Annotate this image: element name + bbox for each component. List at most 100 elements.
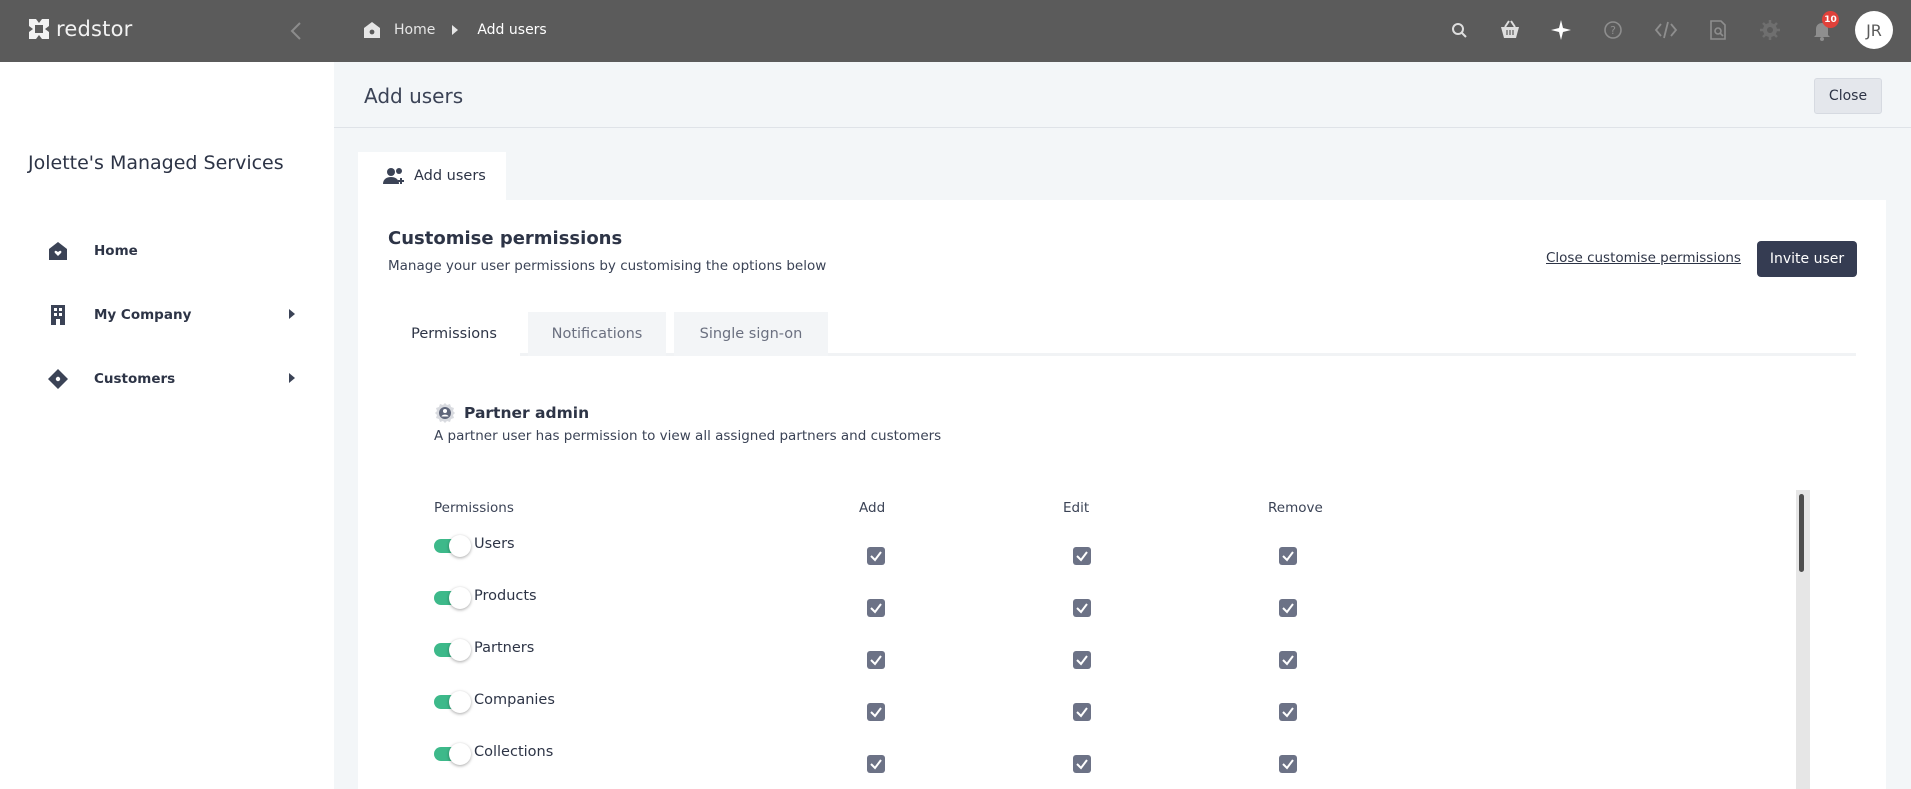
column-header-permissions: Permissions (434, 500, 514, 516)
permission-row: Users (434, 532, 1334, 565)
close-customise-link[interactable]: Close customise permissions (1546, 250, 1741, 266)
permission-name: Products (474, 588, 537, 604)
scrollbar-thumb[interactable] (1799, 494, 1804, 572)
sidebar-item-label: Customers (94, 371, 176, 387)
permission-toggle[interactable] (434, 587, 471, 609)
breadcrumb: Home Add users (362, 20, 547, 40)
notification-badge: 10 (1822, 11, 1839, 28)
document-search-icon[interactable] (1706, 18, 1730, 42)
sidebar-item-home[interactable]: Home (46, 236, 296, 266)
column-header-edit: Edit (1063, 500, 1090, 516)
role-heading: Partner admin (434, 402, 589, 424)
check-icon (870, 551, 882, 562)
permission-name: Partners (474, 640, 535, 656)
sidebar-item-label: Home (94, 243, 138, 259)
remove-checkbox[interactable] (1279, 547, 1297, 565)
help-icon[interactable]: ? (1601, 18, 1625, 42)
page-title: Add users (364, 84, 464, 108)
settings-icon[interactable] (1758, 18, 1782, 42)
breadcrumb-home[interactable]: Home (394, 22, 435, 38)
edit-checkbox[interactable] (1073, 599, 1091, 617)
add-checkbox[interactable] (867, 599, 885, 617)
check-icon (1076, 655, 1088, 666)
permission-row: Companies (434, 688, 1334, 721)
home-icon[interactable] (362, 20, 382, 40)
edit-checkbox[interactable] (1073, 651, 1091, 669)
remove-checkbox[interactable] (1279, 703, 1297, 721)
sparkle-icon[interactable] (1549, 18, 1573, 42)
check-icon (1282, 655, 1294, 666)
column-header-add: Add (859, 500, 886, 516)
check-icon (1076, 707, 1088, 718)
sidebar-item-customers[interactable]: Customers (46, 364, 296, 394)
check-icon (1282, 759, 1294, 770)
customers-icon (48, 369, 68, 389)
tab-label: Add users (414, 168, 486, 184)
add-checkbox[interactable] (867, 651, 885, 669)
users-add-icon (383, 168, 404, 184)
permission-tabs: Permissions Notifications Single sign-on (388, 312, 1856, 356)
basket-icon[interactable] (1498, 18, 1522, 42)
remove-checkbox[interactable] (1279, 599, 1297, 617)
check-icon (870, 707, 882, 718)
tab-add-users[interactable]: Add users (358, 152, 506, 200)
permission-toggle[interactable] (434, 639, 471, 661)
remove-checkbox[interactable] (1279, 755, 1297, 773)
toggle-knob (449, 535, 471, 557)
permission-row: Partners (434, 636, 1334, 669)
tab-single-sign-on[interactable]: Single sign-on (674, 312, 828, 356)
permission-toggle[interactable] (434, 743, 471, 765)
redstor-logo-icon (29, 19, 49, 39)
scrollbar[interactable] (1796, 490, 1810, 789)
customise-subtitle: Manage your user permissions by customis… (388, 258, 827, 274)
sidebar-item-label: My Company (94, 307, 192, 323)
search-icon[interactable] (1447, 18, 1471, 42)
permission-name: Users (474, 536, 515, 552)
invite-user-button[interactable]: Invite user (1757, 241, 1857, 277)
check-icon (1076, 759, 1088, 770)
tab-notifications[interactable]: Notifications (528, 312, 666, 356)
toggle-knob (449, 639, 471, 661)
role-name: Partner admin (464, 404, 590, 422)
check-icon (1282, 551, 1294, 562)
partner-admin-icon (435, 403, 455, 423)
logo-text: redstor (56, 17, 133, 41)
add-checkbox[interactable] (867, 755, 885, 773)
toggle-knob (449, 743, 471, 765)
permission-toggle[interactable] (434, 535, 471, 557)
avatar[interactable]: JR (1855, 11, 1893, 49)
column-header-remove: Remove (1268, 500, 1323, 516)
permission-row: Collections (434, 740, 1334, 773)
close-button[interactable]: Close (1814, 78, 1882, 114)
edit-checkbox[interactable] (1073, 755, 1091, 773)
permission-row: Products (434, 584, 1334, 617)
collapse-sidebar-icon[interactable] (286, 18, 308, 44)
permission-name: Companies (474, 692, 555, 708)
check-icon (870, 759, 882, 770)
check-icon (1076, 603, 1088, 614)
edit-checkbox[interactable] (1073, 547, 1091, 565)
org-name: Jolette's Managed Services (28, 152, 284, 174)
check-icon (1282, 707, 1294, 718)
building-icon (51, 305, 65, 325)
chevron-right-icon[interactable] (288, 373, 296, 383)
remove-checkbox[interactable] (1279, 651, 1297, 669)
redstor-logo[interactable]: redstor (26, 16, 132, 42)
customise-permissions-card: Customise permissions Manage your user p… (358, 200, 1886, 789)
toggle-knob (449, 587, 471, 609)
add-checkbox[interactable] (867, 547, 885, 565)
code-icon[interactable] (1654, 18, 1678, 42)
tab-permissions[interactable]: Permissions (388, 312, 520, 356)
sidebar-item-my-company[interactable]: My Company (46, 300, 296, 330)
check-icon (1076, 551, 1088, 562)
permission-toggle[interactable] (434, 691, 471, 713)
edit-checkbox[interactable] (1073, 703, 1091, 721)
chevron-right-icon[interactable] (288, 309, 296, 319)
check-icon (1282, 603, 1294, 614)
permission-name: Collections (474, 744, 554, 760)
breadcrumb-separator-icon (452, 25, 459, 35)
add-checkbox[interactable] (867, 703, 885, 721)
home-icon (49, 242, 67, 260)
sidebar: Jolette's Managed Services Home My Compa… (0, 62, 334, 789)
breadcrumb-current: Add users (477, 22, 547, 38)
